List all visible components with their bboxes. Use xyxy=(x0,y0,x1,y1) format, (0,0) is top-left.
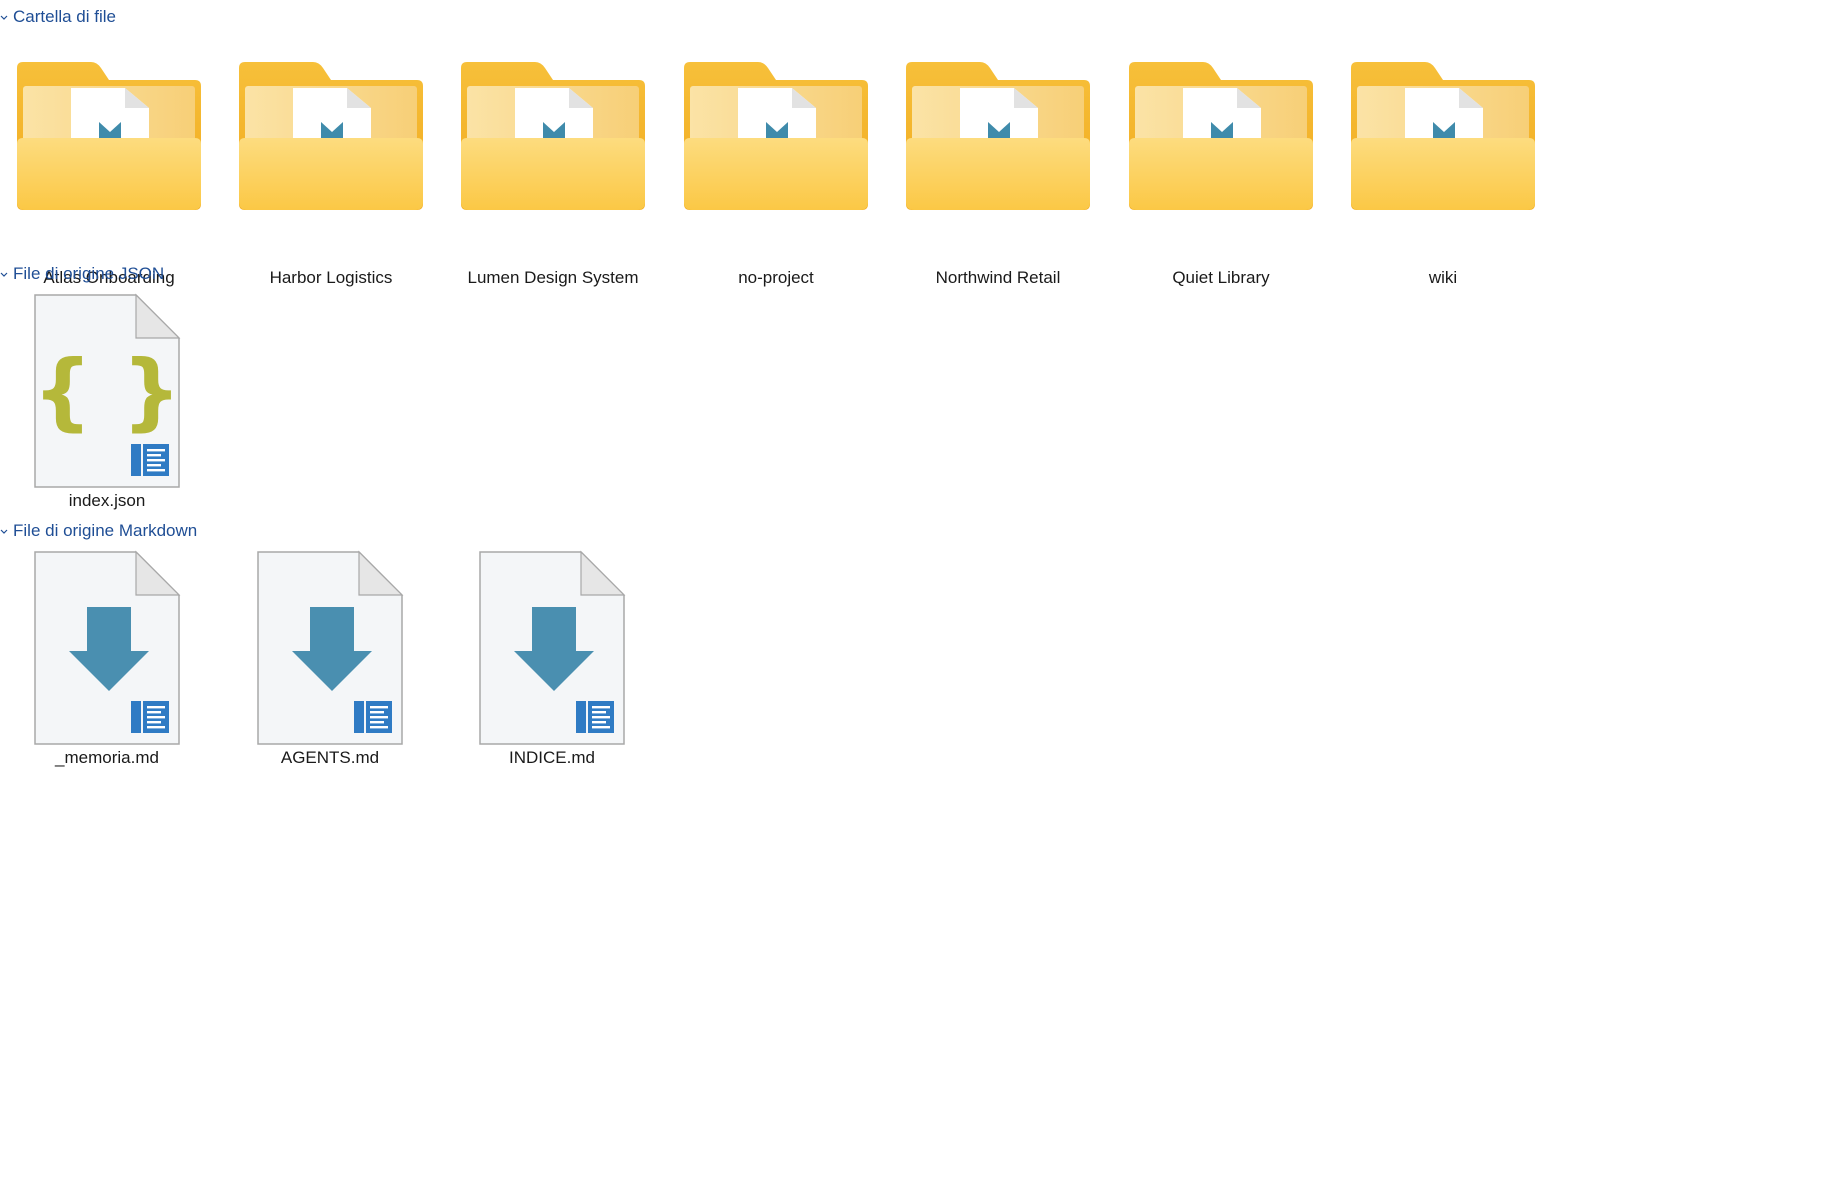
folder-icon xyxy=(1325,58,1561,210)
folder-icon xyxy=(1103,58,1339,210)
file-item-json[interactable]: { } index.json xyxy=(0,293,225,544)
svg-text:{ }: { } xyxy=(33,342,182,440)
file-item-markdown[interactable]: _memoria.md xyxy=(0,550,225,801)
chevron-down-icon[interactable] xyxy=(0,13,8,21)
folder-icon xyxy=(880,58,1116,210)
group-title: File di origine JSON xyxy=(13,264,165,283)
folder-item[interactable]: no-project xyxy=(658,58,894,308)
file-name: INDICE.md xyxy=(509,748,595,767)
chevron-down-icon[interactable] xyxy=(0,527,8,535)
file-badge-icon xyxy=(131,444,169,476)
group-header-markdown[interactable]: File di origine Markdown xyxy=(0,520,197,542)
folder-name: Harbor Logistics xyxy=(269,268,393,287)
markdown-file-icon xyxy=(0,550,225,745)
file-name: _memoria.md xyxy=(55,748,159,767)
folder-name: no-project xyxy=(738,268,814,287)
folder-icon xyxy=(0,58,227,210)
json-file-icon: { } xyxy=(0,293,225,488)
json-items: { } index.json xyxy=(0,293,1846,510)
markdown-file-icon xyxy=(434,550,670,745)
folder-name: wiki xyxy=(1428,268,1458,287)
group-title: File di origine Markdown xyxy=(13,521,198,540)
folder-item[interactable]: Lumen Design System xyxy=(435,58,671,308)
folder-name: Lumen Design System xyxy=(467,268,639,287)
file-name: index.json xyxy=(68,491,146,510)
folder-item[interactable]: wiki xyxy=(1325,58,1561,308)
file-item-markdown[interactable]: AGENTS.md xyxy=(212,550,448,801)
group-header-folders[interactable]: Cartella di file xyxy=(0,6,116,28)
folder-icon xyxy=(435,58,671,210)
chevron-down-icon[interactable] xyxy=(0,270,8,278)
folder-name: Quiet Library xyxy=(1172,268,1270,287)
folder-icon xyxy=(213,58,449,210)
folder-item[interactable]: Quiet Library xyxy=(1103,58,1339,308)
group-title: Cartella di file xyxy=(13,7,116,26)
group-header-json[interactable]: File di origine JSON xyxy=(0,263,164,285)
markdown-file-icon xyxy=(212,550,448,745)
folder-items: Atlas Onboarding Harbor Logistics Lumen … xyxy=(0,58,1846,287)
file-item-markdown[interactable]: INDICE.md xyxy=(434,550,670,801)
file-name: AGENTS.md xyxy=(280,748,380,767)
folder-name: Northwind Retail xyxy=(935,268,1061,287)
folder-item[interactable]: Northwind Retail xyxy=(880,58,1116,308)
markdown-items: _memoria.md AGENTS.md INDICE.md xyxy=(0,550,1846,767)
folder-item[interactable]: Harbor Logistics xyxy=(213,58,449,308)
folder-icon xyxy=(658,58,894,210)
